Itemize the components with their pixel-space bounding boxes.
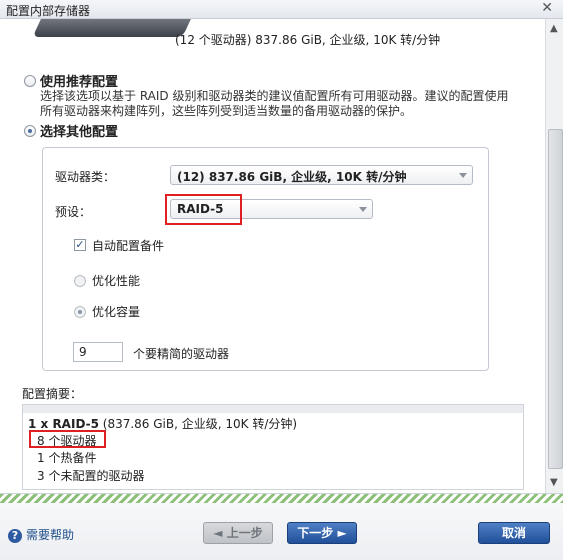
summary-box: 1 x RAID-5 (837.86 GiB, 企业级, 10K 转/分钟) 8… [22, 404, 524, 490]
recommended-radio[interactable] [24, 74, 36, 87]
help-label: 需要帮助 [26, 528, 75, 542]
optimize-performance-label: 优化性能 [92, 274, 141, 288]
other-radio[interactable] [24, 124, 36, 137]
drive-class-value: (12) 837.86 GiB, 企业级, 10K 转/分钟 [177, 170, 407, 184]
drive-summary: (12 个驱动器) 837.86 GiB, 企业级, 10K 转/分钟 [175, 33, 441, 47]
vertical-scrollbar[interactable]: ▲ ▼ [545, 19, 563, 493]
close-icon[interactable]: ✕ [541, 0, 553, 16]
summary-raid-rest: (837.86 GiB, 企业级, 10K 转/分钟) [98, 417, 298, 431]
drive-count-input[interactable]: 9 [73, 342, 123, 362]
drive-count-label: 个要精简的驱动器 [133, 347, 230, 361]
scroll-down-icon[interactable]: ▼ [550, 477, 558, 488]
summary-raid-bold: 1 x RAID-5 [28, 417, 99, 431]
summary-band [23, 405, 523, 413]
help-icon: ? [8, 528, 22, 543]
window-title: 配置内部存储器 [6, 4, 91, 18]
summary-line-hot-spare: 1 个热备件 [37, 451, 97, 465]
chevron-down-icon [459, 173, 467, 178]
drive-image [32, 19, 198, 37]
back-button[interactable]: ◄ 上一步 [203, 522, 273, 544]
other-label: 选择其他配置 [40, 125, 119, 140]
summary-line-unconfigured: 3 个未配置的驱动器 [37, 469, 145, 483]
cancel-button[interactable]: 取消 [478, 522, 550, 544]
dialog-content: (12 个驱动器) 837.86 GiB, 企业级, 10K 转/分钟 使用推荐… [0, 19, 545, 493]
preset-highlight [165, 194, 242, 225]
summary-drives-highlight [29, 430, 106, 448]
optimize-capacity-radio[interactable] [74, 306, 86, 318]
chevron-down-icon [359, 207, 367, 212]
auto-spare-label: 自动配置备件 [92, 239, 165, 253]
optimize-capacity-label: 优化容量 [92, 305, 141, 319]
scroll-up-icon[interactable]: ▲ [550, 23, 558, 34]
scrollbar-thumb[interactable] [548, 129, 563, 469]
title-bar: 配置内部存储器 ✕ [0, 0, 563, 19]
summary-heading: 配置摘要： [22, 387, 83, 401]
footer: ? 需要帮助 ◄ 上一步 下一步 ► 取消 [0, 503, 563, 560]
next-button[interactable]: 下一步 ► [287, 522, 357, 544]
recommended-label: 使用推荐配置 [40, 75, 119, 90]
drive-class-select[interactable]: (12) 837.86 GiB, 企业级, 10K 转/分钟 [170, 165, 473, 185]
recommended-description: 选择该选项以基于 RAID 级别和驱动器类的建议值配置所有可用驱动器。建议的配置… [40, 89, 509, 118]
option-recommended[interactable]: 使用推荐配置 选择该选项以基于 RAID 级别和驱动器类的建议值配置所有可用驱动… [24, 73, 508, 118]
auto-spare-checkbox[interactable]: ✓ [74, 239, 86, 251]
configuration-panel: 驱动器类： (12) 837.86 GiB, 企业级, 10K 转/分钟 预设：… [42, 147, 489, 371]
optimize-performance-radio[interactable] [74, 275, 86, 287]
help-link[interactable]: ? 需要帮助 [8, 526, 74, 543]
option-other[interactable]: 选择其他配置 [24, 123, 118, 140]
preset-label: 预设： [55, 205, 92, 219]
drive-class-label: 驱动器类： [55, 170, 116, 184]
